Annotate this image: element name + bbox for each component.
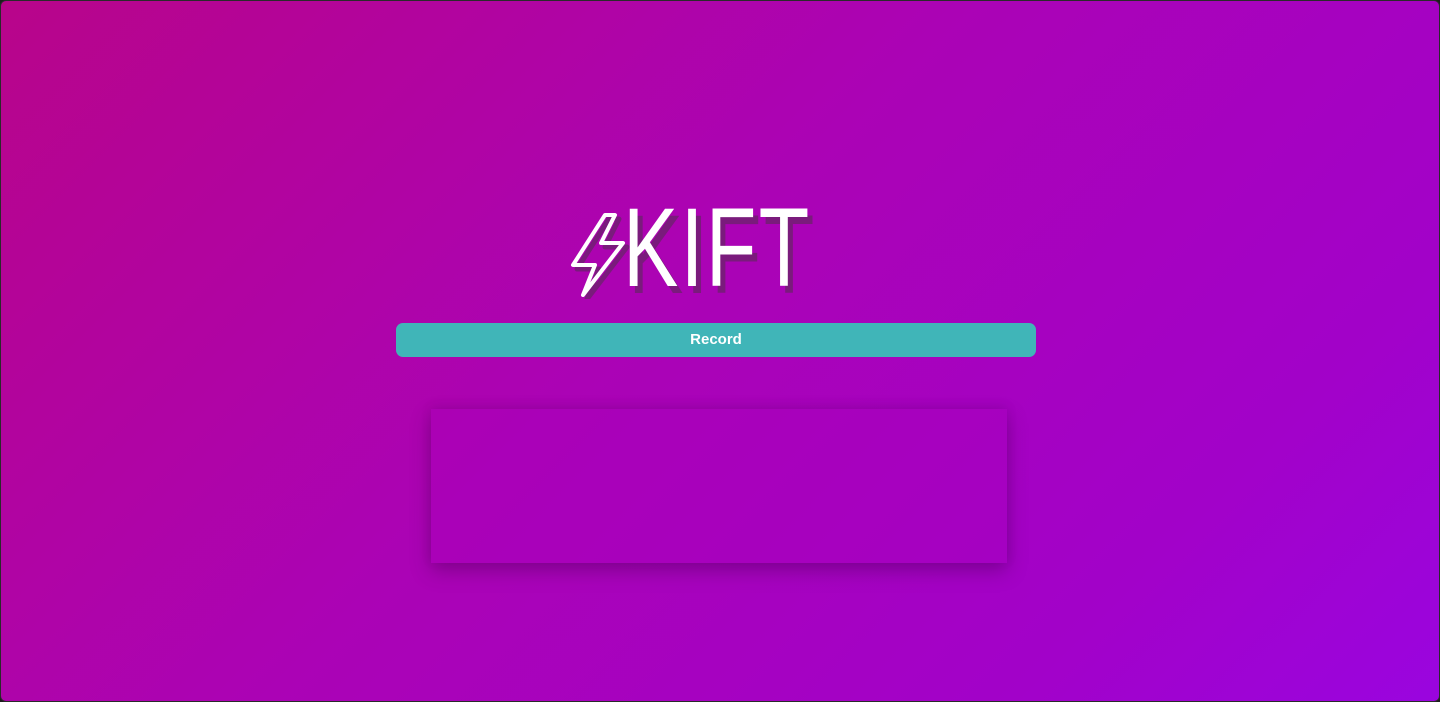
- record-button[interactable]: Record: [396, 323, 1036, 357]
- app-logo: KIFT: [561, 189, 841, 311]
- lightning-bolt-icon: [565, 211, 631, 299]
- app-window: KIFT Record: [0, 0, 1440, 702]
- app-title: KIFT: [623, 185, 812, 310]
- transcript-output-panel: [431, 409, 1007, 563]
